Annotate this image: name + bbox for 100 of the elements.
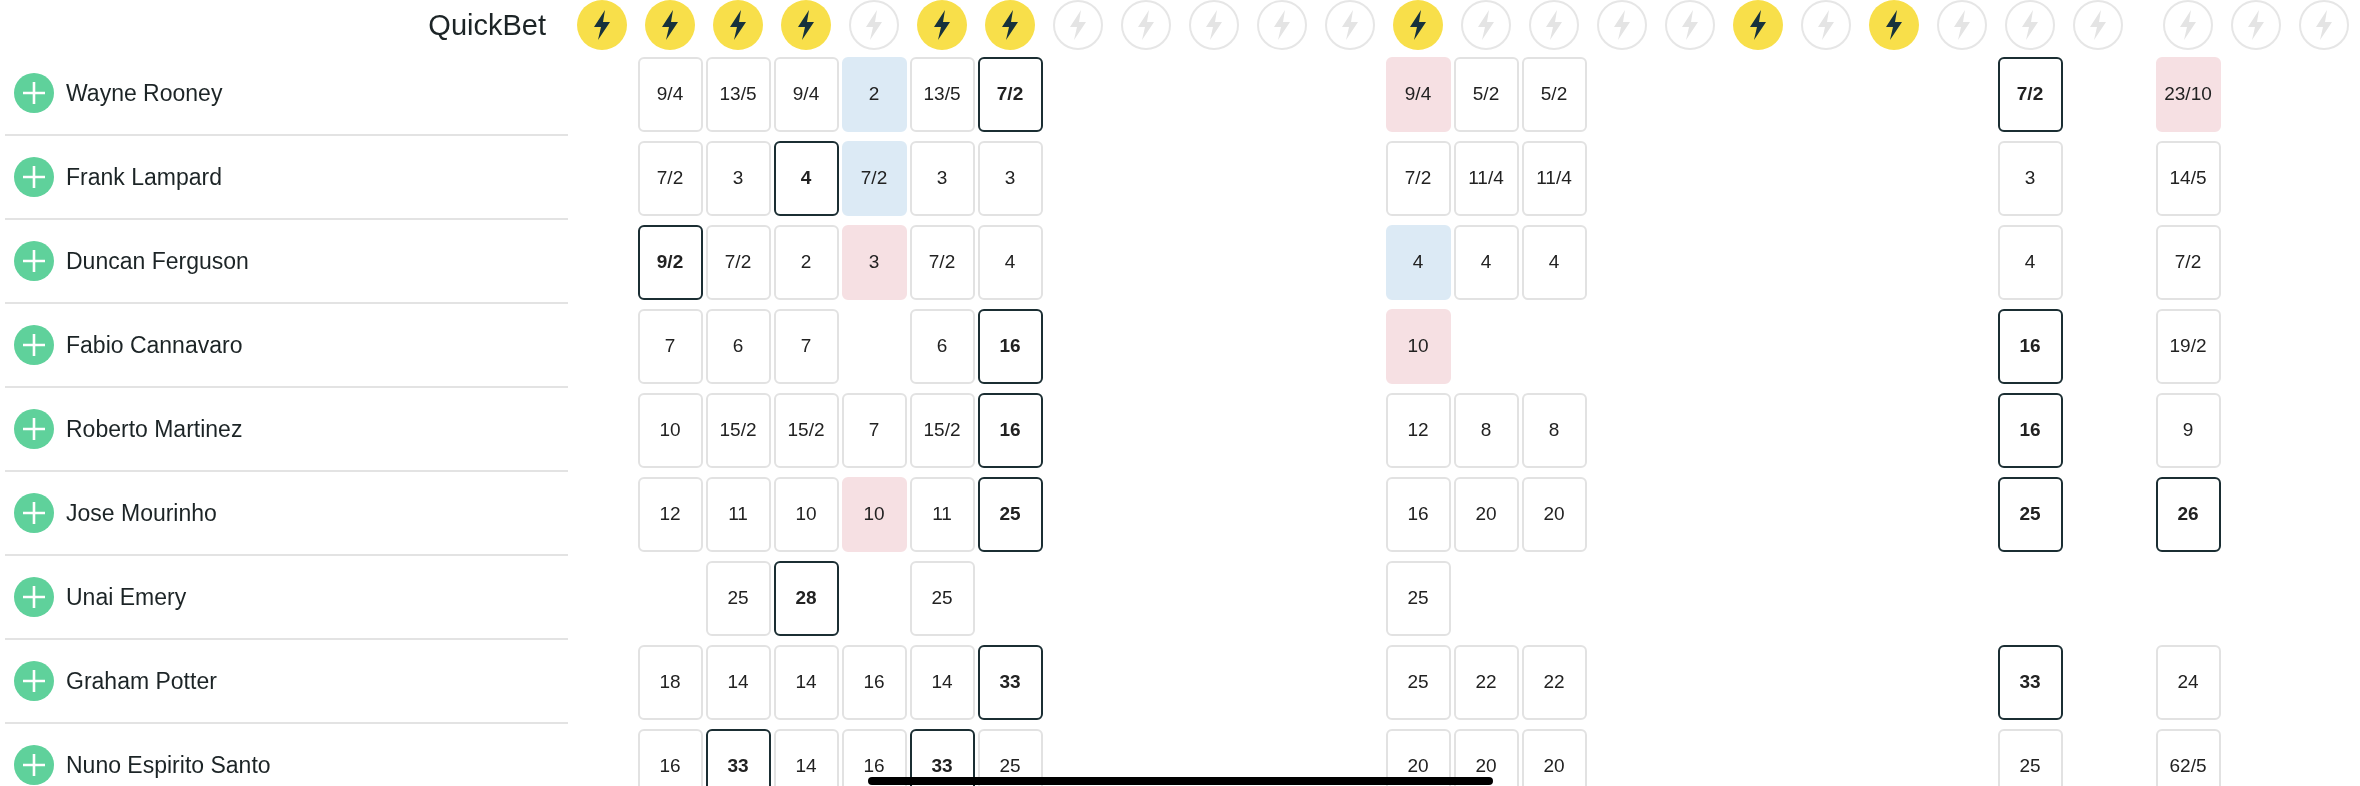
add-icon[interactable] (14, 745, 54, 785)
odds-button[interactable]: 5/2 (1521, 56, 1587, 132)
odds-button[interactable]: 4 (1453, 224, 1519, 300)
odds-button[interactable]: 15/2 (909, 392, 975, 468)
add-icon[interactable] (14, 493, 54, 533)
odds-button[interactable]: 16 (1385, 476, 1451, 552)
odds-button[interactable]: 9/4 (637, 56, 703, 132)
lightning-icon[interactable] (781, 0, 831, 50)
odds-button[interactable]: 14 (773, 644, 839, 720)
odds-button[interactable]: 18 (637, 644, 703, 720)
odds-button[interactable]: 12 (1385, 392, 1451, 468)
odds-button[interactable]: 14 (909, 644, 975, 720)
odds-button[interactable]: 3 (977, 140, 1043, 216)
odds-button[interactable]: 12 (637, 476, 703, 552)
odds-button[interactable]: 5/2 (1453, 56, 1519, 132)
odds-button[interactable]: 13/5 (705, 56, 771, 132)
odds-button[interactable]: 10 (841, 476, 907, 552)
add-icon[interactable] (14, 577, 54, 617)
odds-button[interactable]: 9 (2155, 392, 2221, 468)
odds-button[interactable]: 10 (773, 476, 839, 552)
odds-button[interactable]: 8 (1453, 392, 1519, 468)
odds-button[interactable]: 28 (773, 560, 839, 636)
lightning-icon[interactable] (1869, 0, 1919, 50)
odds-button[interactable]: 7/2 (977, 56, 1043, 132)
lightning-icon[interactable] (713, 0, 763, 50)
odds-button[interactable]: 10 (637, 392, 703, 468)
odds-button[interactable]: 25 (977, 476, 1043, 552)
odds-button[interactable]: 9/4 (1385, 56, 1451, 132)
odds-button[interactable]: 3 (705, 140, 771, 216)
odds-button[interactable]: 33 (1997, 644, 2063, 720)
odds-button[interactable]: 7/2 (841, 140, 907, 216)
odds-button[interactable]: 9/2 (637, 224, 703, 300)
odds-button[interactable]: 9/4 (773, 56, 839, 132)
lightning-icon[interactable] (1393, 0, 1443, 50)
odds-button[interactable]: 20 (1453, 728, 1519, 786)
odds-button[interactable]: 13/5 (909, 56, 975, 132)
odds-button[interactable]: 7/2 (1997, 56, 2063, 132)
odds-button[interactable]: 11/4 (1521, 140, 1587, 216)
lightning-icon[interactable] (1733, 0, 1783, 50)
odds-button[interactable]: 7 (637, 308, 703, 384)
odds-button[interactable]: 25 (705, 560, 771, 636)
odds-button[interactable]: 7 (841, 392, 907, 468)
add-icon[interactable] (14, 325, 54, 365)
odds-button[interactable]: 26 (2155, 476, 2221, 552)
odds-button[interactable]: 6 (705, 308, 771, 384)
odds-button[interactable]: 16 (1997, 308, 2063, 384)
odds-button[interactable]: 62/5 (2155, 728, 2221, 786)
odds-button[interactable]: 16 (841, 644, 907, 720)
add-icon[interactable] (14, 241, 54, 281)
add-icon[interactable] (14, 157, 54, 197)
odds-button[interactable]: 7/2 (637, 140, 703, 216)
odds-button[interactable]: 16 (841, 728, 907, 786)
odds-button[interactable]: 24 (2155, 644, 2221, 720)
odds-button[interactable]: 20 (1521, 728, 1587, 786)
odds-button[interactable]: 14/5 (2155, 140, 2221, 216)
lightning-icon[interactable] (985, 0, 1035, 50)
odds-button[interactable]: 7/2 (909, 224, 975, 300)
odds-button[interactable]: 10 (1385, 308, 1451, 384)
odds-button[interactable]: 11 (909, 476, 975, 552)
odds-button[interactable]: 25 (909, 560, 975, 636)
odds-button[interactable]: 4 (977, 224, 1043, 300)
odds-button[interactable]: 3 (1997, 140, 2063, 216)
lightning-icon[interactable] (917, 0, 967, 50)
odds-button[interactable]: 15/2 (705, 392, 771, 468)
odds-button[interactable]: 16 (1997, 392, 2063, 468)
odds-button[interactable]: 14 (773, 728, 839, 786)
odds-button[interactable]: 2 (841, 56, 907, 132)
odds-button[interactable]: 6 (909, 308, 975, 384)
lightning-icon[interactable] (645, 0, 695, 50)
odds-button[interactable]: 11/4 (1453, 140, 1519, 216)
odds-button[interactable]: 4 (1385, 224, 1451, 300)
odds-button[interactable]: 22 (1453, 644, 1519, 720)
odds-button[interactable]: 33 (977, 644, 1043, 720)
odds-button[interactable]: 7/2 (2155, 224, 2221, 300)
odds-button[interactable]: 15/2 (773, 392, 839, 468)
odds-button[interactable]: 7/2 (1385, 140, 1451, 216)
odds-button[interactable]: 4 (773, 140, 839, 216)
odds-button[interactable]: 16 (637, 728, 703, 786)
odds-button[interactable]: 2 (773, 224, 839, 300)
odds-button[interactable]: 4 (1521, 224, 1587, 300)
odds-button[interactable]: 11 (705, 476, 771, 552)
odds-button[interactable]: 22 (1521, 644, 1587, 720)
add-icon[interactable] (14, 661, 54, 701)
odds-button[interactable]: 8 (1521, 392, 1587, 468)
add-icon[interactable] (14, 73, 54, 113)
odds-button[interactable]: 3 (909, 140, 975, 216)
odds-button[interactable]: 3 (841, 224, 907, 300)
odds-button[interactable]: 16 (977, 392, 1043, 468)
odds-button[interactable]: 16 (977, 308, 1043, 384)
odds-button[interactable]: 23/10 (2155, 56, 2221, 132)
odds-button[interactable]: 25 (1997, 728, 2063, 786)
odds-button[interactable]: 33 (705, 728, 771, 786)
lightning-icon[interactable] (577, 0, 627, 50)
odds-button[interactable]: 7 (773, 308, 839, 384)
odds-button[interactable]: 4 (1997, 224, 2063, 300)
odds-button[interactable]: 14 (705, 644, 771, 720)
odds-button[interactable]: 25 (1997, 476, 2063, 552)
odds-button[interactable]: 20 (1521, 476, 1587, 552)
odds-button[interactable]: 25 (1385, 644, 1451, 720)
odds-button[interactable]: 7/2 (705, 224, 771, 300)
